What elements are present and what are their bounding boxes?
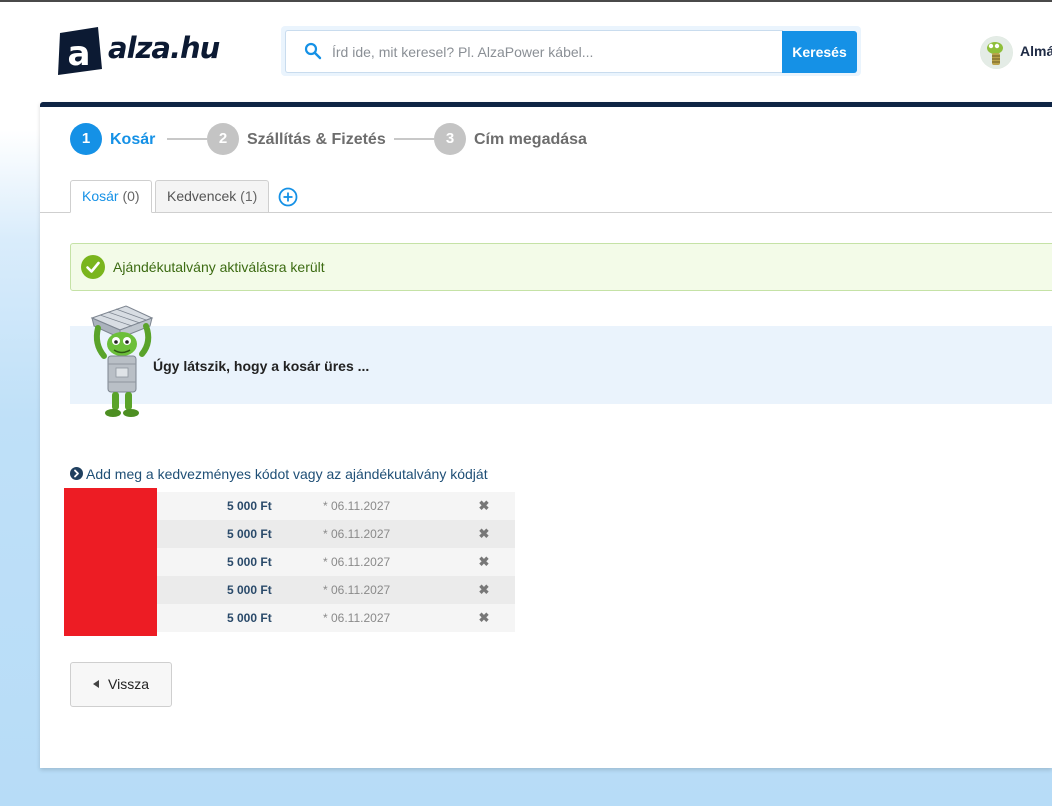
avatar[interactable] — [980, 36, 1013, 69]
voucher-amount: 5 000 Ft — [227, 611, 272, 625]
alza-logo[interactable]: a alza.hu — [56, 27, 226, 77]
arrow-circle-right-icon — [70, 467, 83, 480]
close-icon[interactable]: ✖ — [478, 498, 490, 514]
back-button[interactable]: Vissza — [70, 662, 172, 707]
voucher-expiry: * 06.11.2027 — [323, 527, 391, 541]
alzak-mascot-image — [90, 305, 154, 417]
step-connector — [394, 138, 434, 140]
search-button[interactable]: Keresés — [782, 31, 857, 73]
voucher-row: 5 000 Ft * 06.11.2027 ✖ — [157, 548, 515, 576]
step-3-number: 3 — [434, 123, 466, 155]
voucher-row: 5 000 Ft * 06.11.2027 ✖ — [157, 576, 515, 604]
voucher-expiry: * 06.11.2027 — [323, 499, 391, 513]
tab-cart-label: Kosár — [82, 188, 119, 204]
close-icon[interactable]: ✖ — [478, 554, 490, 570]
tab-favorites[interactable]: Kedvencek (1) — [155, 180, 270, 213]
step-3-label: Cím megadása — [474, 131, 587, 148]
user-name[interactable]: Almá — [1020, 43, 1052, 59]
tab-favorites-label: Kedvencek — [167, 188, 237, 204]
step-2-label: Szállítás & Fizetés — [247, 131, 386, 148]
step-connector — [167, 138, 207, 140]
voucher-expiry: * 06.11.2027 — [323, 611, 391, 625]
close-icon[interactable]: ✖ — [478, 526, 490, 542]
voucher-row: 5 000 Ft * 06.11.2027 ✖ — [157, 492, 515, 520]
panel-top-bar — [40, 102, 1052, 107]
back-button-label: Vissza — [108, 676, 149, 692]
voucher-code-link[interactable]: Add meg a kedvezményes kódot vagy az ajá… — [70, 466, 488, 482]
alert-message: Ajándékutalvány aktiválásra került — [113, 259, 325, 275]
tab-favorites-count: (1) — [240, 188, 258, 204]
step-2-number: 2 — [207, 123, 239, 155]
svg-text:a: a — [68, 34, 91, 74]
caret-left-icon — [93, 680, 99, 688]
voucher-list: 5 000 Ft * 06.11.2027 ✖ 5 000 Ft * 06.11… — [157, 492, 515, 632]
voucher-amount: 5 000 Ft — [227, 555, 272, 569]
voucher-expiry: * 06.11.2027 — [323, 555, 391, 569]
voucher-row: 5 000 Ft * 06.11.2027 ✖ — [157, 604, 515, 632]
close-icon[interactable]: ✖ — [478, 610, 490, 626]
voucher-link-text: Add meg a kedvezményes kódot vagy az ajá… — [86, 466, 488, 482]
plus-circle-icon[interactable] — [278, 187, 298, 207]
voucher-amount: 5 000 Ft — [227, 527, 272, 541]
close-icon[interactable]: ✖ — [478, 582, 490, 598]
voucher-amount: 5 000 Ft — [227, 583, 272, 597]
check-circle-icon — [81, 255, 105, 279]
search-icon — [304, 42, 322, 60]
voucher-row: 5 000 Ft * 06.11.2027 ✖ — [157, 520, 515, 548]
voucher-amount: 5 000 Ft — [227, 499, 272, 513]
redacted-area — [64, 488, 157, 636]
tab-cart[interactable]: Kosár (0) — [70, 180, 152, 213]
alza-logo-icon: a — [58, 27, 102, 75]
step-1-number[interactable]: 1 — [70, 123, 102, 155]
voucher-expiry: * 06.11.2027 — [323, 583, 391, 597]
top-border — [0, 0, 1052, 2]
empty-cart-message: Úgy látszik, hogy a kosár üres ... — [153, 358, 370, 374]
logo-wordmark: alza.hu — [108, 31, 220, 65]
search-input[interactable] — [332, 36, 772, 68]
step-1-label[interactable]: Kosár — [110, 131, 155, 149]
tab-cart-count: (0) — [122, 188, 140, 204]
alzak-mascot-icon — [980, 36, 1013, 69]
